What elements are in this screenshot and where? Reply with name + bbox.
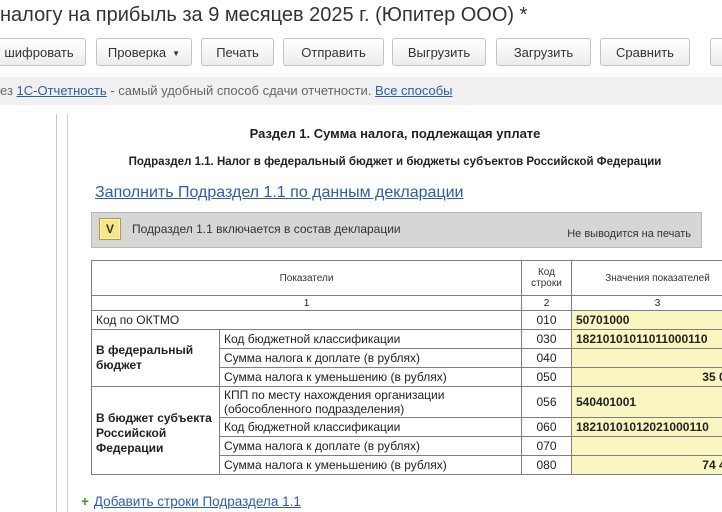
add-rows-control[interactable]: + Добавить строки Подраздела 1.1 bbox=[81, 494, 301, 509]
oktmo-label: Код по ОКТМО bbox=[91, 310, 522, 330]
table-row: В федеральный бюджет Код бюджетной класс… bbox=[91, 329, 722, 387]
send-button[interactable]: Отправить bbox=[283, 38, 384, 66]
export-button[interactable]: Выгрузить bbox=[392, 38, 486, 66]
chevron-down-icon: ▼ bbox=[172, 49, 181, 58]
more-button[interactable] bbox=[710, 38, 722, 66]
column-number: 1 bbox=[91, 295, 522, 311]
federal-surcharge-value[interactable]: - bbox=[571, 348, 722, 368]
report-form: Раздел 1. Сумма налога, подлежащая уплат… bbox=[68, 114, 722, 512]
window-title: налогу на прибыль за 9 месяцев 2025 г. (… bbox=[0, 4, 528, 26]
column-number: 2 bbox=[521, 295, 572, 311]
plus-icon: + bbox=[81, 494, 89, 509]
include-label: Подраздел 1.1 включается в состав деклар… bbox=[132, 222, 401, 236]
row-label: КПП по месту нахождения организации (обо… bbox=[219, 386, 522, 418]
regional-kbk-value[interactable]: 18210101012021000110 bbox=[571, 417, 722, 437]
section-title: Раздел 1. Сумма налога, подлежащая уплат… bbox=[249, 126, 541, 141]
row-label: Код бюджетной классификации bbox=[219, 417, 522, 437]
federal-group-label: В федеральный бюджет bbox=[91, 329, 220, 387]
compare-button[interactable]: Сравнить bbox=[600, 38, 690, 66]
line-code: 056 bbox=[521, 386, 572, 418]
include-checkbox[interactable]: V bbox=[99, 218, 121, 240]
print-button[interactable]: Печать bbox=[201, 38, 274, 66]
all-methods-link[interactable]: Все способы bbox=[375, 83, 452, 98]
table-header-row: Показатели Код строки Значения показател… bbox=[91, 260, 722, 296]
line-code: 040 bbox=[521, 348, 572, 368]
regional-reduction-value[interactable]: 74 452 bbox=[571, 455, 722, 475]
add-rows-link[interactable]: Добавить строки Подраздела 1.1 bbox=[94, 494, 301, 509]
header-indicators: Показатели bbox=[91, 260, 522, 296]
include-bar: V Подраздел 1.1 включается в состав декл… bbox=[91, 212, 702, 248]
oktmo-value[interactable]: 50701000 bbox=[571, 310, 722, 330]
line-code: 010 bbox=[521, 310, 572, 330]
row-label: Код бюджетной классификации bbox=[219, 329, 522, 349]
subsection-title: Подраздел 1.1. Налог в федеральный бюдже… bbox=[128, 156, 662, 168]
line-code: 030 bbox=[521, 329, 572, 349]
decode-button[interactable]: шифровать bbox=[0, 38, 86, 66]
check-button[interactable]: Проверка ▼ bbox=[96, 38, 192, 66]
table-row: Код по ОКТМО 010 50701000 bbox=[91, 310, 722, 330]
indicators-table: Показатели Код строки Значения показател… bbox=[91, 260, 722, 475]
table-row: В бюджет субъекта Российской Федерации К… bbox=[91, 386, 722, 475]
federal-reduction-value[interactable]: 35 036 bbox=[571, 367, 722, 387]
kpp-value[interactable]: 540401001 bbox=[571, 386, 722, 418]
regional-surcharge-value[interactable]: - bbox=[571, 436, 722, 456]
header-line-code: Код строки bbox=[521, 260, 572, 296]
row-label: Сумма налога к доплате (в рублях) bbox=[219, 436, 522, 456]
toolbar: шифровать Проверка ▼ Печать Отправить Выг… bbox=[0, 38, 722, 68]
line-code: 050 bbox=[521, 367, 572, 387]
line-code: 080 bbox=[521, 455, 572, 475]
regional-group-label: В бюджет субъекта Российской Федерации bbox=[91, 386, 220, 475]
column-number: 3 bbox=[571, 295, 722, 311]
row-label: Сумма налога к уменьшению (в рублях) bbox=[219, 367, 522, 387]
federal-kbk-value[interactable]: 18210101011011000110 bbox=[571, 329, 722, 349]
column-number-row: 1 2 3 bbox=[91, 295, 722, 311]
1c-reporting-link[interactable]: 1С-Отчетность bbox=[17, 83, 107, 98]
import-button[interactable]: Загрузить bbox=[496, 38, 591, 66]
row-label: Сумма налога к уменьшению (в рублях) bbox=[219, 455, 522, 475]
header-values: Значения показателей bbox=[571, 260, 722, 296]
info-bar: ез 1С-Отчетность - самый удобный способ … bbox=[0, 77, 722, 105]
check-button-label: Проверка bbox=[107, 45, 167, 60]
info-text: - самый удобный способ сдачи отчетности. bbox=[106, 83, 376, 98]
no-print-note: Не выводится на печать bbox=[567, 228, 691, 240]
row-label: Сумма налога к доплате (в рублях) bbox=[219, 348, 522, 368]
line-code: 060 bbox=[521, 417, 572, 437]
left-panel bbox=[0, 114, 57, 512]
line-code: 070 bbox=[521, 436, 572, 456]
info-prefix: ез bbox=[0, 83, 17, 98]
fill-subsection-link[interactable]: Заполнить Подраздел 1.1 по данным деклар… bbox=[95, 184, 464, 202]
